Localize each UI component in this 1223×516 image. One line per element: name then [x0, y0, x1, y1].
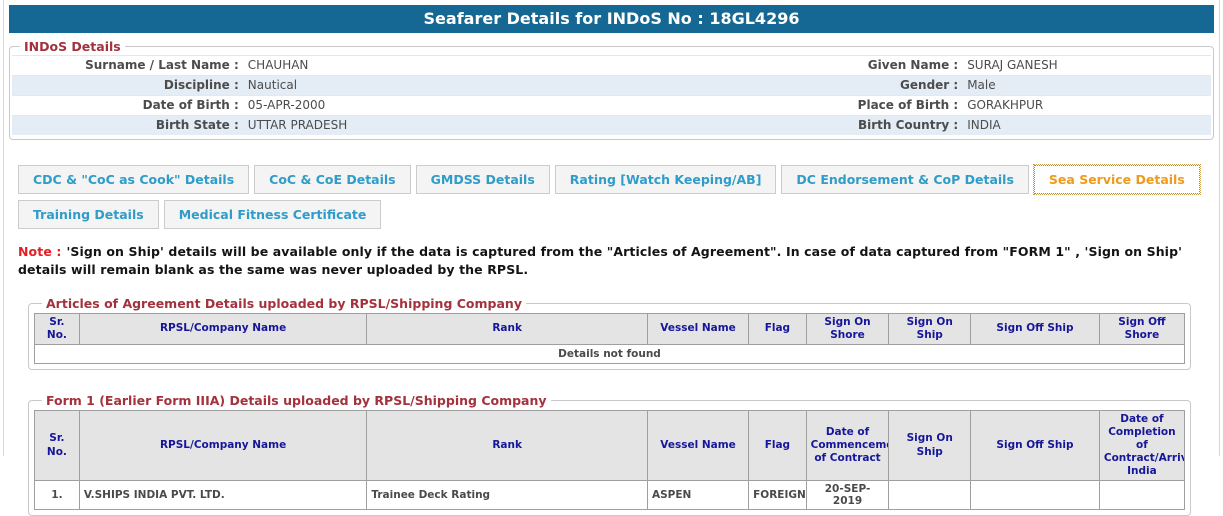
page-title: Seafarer Details for INDoS No : 18GL4296	[9, 5, 1214, 33]
articles-col-flag: Flag	[748, 312, 807, 345]
form1-col-date-completion: Date of Completion of Contract/Arriving …	[1098, 409, 1186, 482]
form1-cell-date-completion	[1098, 480, 1186, 511]
articles-col-sr-no: Sr. No.	[34, 312, 80, 345]
birth-country-label: Birth Country :	[857, 118, 959, 132]
form1-col-sign-off-ship: Sign Off Ship	[970, 409, 1100, 482]
articles-col-sign-off-shore: Sign Off Shore	[1098, 312, 1186, 345]
form1-cell-sr-no: 1.	[34, 480, 80, 511]
tab-cdc-coc-as-cook-details[interactable]: CDC & "CoC as Cook" Details	[18, 165, 250, 194]
articles-col-company: RPSL/Company Name	[78, 312, 368, 345]
date-of-birth-value: 05-APR-2000	[247, 98, 326, 112]
form1-col-vessel: Vessel Name	[646, 409, 750, 482]
articles-header-row: Sr. No. RPSL/Company Name Rank Vessel Na…	[34, 312, 1186, 345]
articles-of-agreement-table: Sr. No. RPSL/Company Name Rank Vessel Na…	[34, 312, 1186, 364]
place-of-birth-label: Place of Birth :	[857, 98, 959, 112]
tab-bar: CDC & "CoC as Cook" Details CoC & CoE De…	[18, 164, 1209, 229]
form1-data-row: 1. V.SHIPS INDIA PVT. LTD. Trainee Deck …	[34, 480, 1186, 511]
note-label: Note :	[18, 244, 62, 259]
form1-col-sr-no: Sr. No.	[34, 409, 80, 482]
indos-row-birth-date: Date of Birth : 05-APR-2000 Place of Bir…	[12, 95, 1211, 115]
surname-value: CHAUHAN	[247, 58, 309, 72]
place-of-birth-value: GORAKHPUR	[967, 98, 1044, 112]
form1-col-company: RPSL/Company Name	[78, 409, 368, 482]
form1-cell-company: V.SHIPS INDIA PVT. LTD.	[78, 480, 368, 511]
articles-of-agreement-section: Articles of Agreement Details uploaded b…	[28, 295, 1191, 370]
tab-sea-service-details[interactable]: Sea Service Details	[1032, 164, 1201, 195]
articles-of-agreement-legend: Articles of Agreement Details uploaded b…	[46, 295, 522, 311]
birth-state-label: Birth State :	[155, 118, 239, 132]
birth-country-value: INDIA	[967, 118, 1001, 132]
articles-empty-row: Details not found	[34, 343, 1185, 364]
articles-col-sign-on-ship: Sign On Ship	[888, 312, 972, 345]
details-not-found-message: Details not found	[34, 343, 1185, 364]
tab-training-details[interactable]: Training Details	[18, 200, 159, 229]
form1-col-sign-on-ship: Sign On Ship	[888, 409, 972, 482]
form1-cell-sign-off-ship	[970, 480, 1100, 511]
articles-col-sign-on-shore: Sign On Shore	[805, 312, 890, 345]
gender-label: Gender :	[900, 78, 959, 92]
indos-details-legend: INDoS Details	[24, 39, 121, 54]
form1-section: Form 1 (Earlier Form IIIA) Details uploa…	[28, 392, 1191, 516]
form1-legend: Form 1 (Earlier Form IIIA) Details uploa…	[46, 392, 547, 408]
articles-col-sign-off-ship: Sign Off Ship	[970, 312, 1100, 345]
articles-col-rank: Rank	[366, 312, 648, 345]
discipline-label: Discipline :	[163, 78, 239, 92]
discipline-value: Nautical	[247, 78, 298, 92]
tab-dc-endorsement-cop-details[interactable]: DC Endorsement & CoP Details	[781, 165, 1029, 194]
form1-cell-vessel: ASPEN	[646, 480, 750, 511]
form1-cell-sign-on-ship	[888, 480, 972, 511]
form1-cell-rank: Trainee Deck Rating	[366, 480, 648, 511]
note-body: 'Sign on Ship' details will be available…	[18, 244, 1183, 277]
form1-cell-flag: FOREIGN	[748, 480, 807, 511]
tab-medical-fitness-certificate[interactable]: Medical Fitness Certificate	[163, 200, 382, 229]
form1-col-flag: Flag	[748, 409, 807, 482]
tab-rating-watch-keeping-ab[interactable]: Rating [Watch Keeping/AB]	[554, 165, 777, 194]
form1-col-rank: Rank	[366, 409, 648, 482]
given-name-value: SURAJ GANESH	[967, 58, 1058, 72]
indos-row-discipline: Discipline : Nautical Gender : Male	[12, 75, 1211, 95]
birth-state-value: UTTAR PRADESH	[247, 118, 348, 132]
tab-gmdss-details[interactable]: GMDSS Details	[415, 165, 550, 194]
gender-value: Male	[967, 78, 996, 92]
surname-label: Surname / Last Name :	[85, 58, 239, 72]
articles-col-vessel: Vessel Name	[646, 312, 750, 345]
seafarer-details-page: Seafarer Details for INDoS No : 18GL4296…	[3, 0, 1220, 516]
form1-table: Sr. No. RPSL/Company Name Rank Vessel Na…	[34, 409, 1186, 511]
indos-details-section: INDoS Details Surname / Last Name : CHAU…	[9, 39, 1214, 140]
form1-header-row: Sr. No. RPSL/Company Name Rank Vessel Na…	[34, 409, 1186, 482]
tab-coc-coe-details[interactable]: CoC & CoE Details	[254, 165, 411, 194]
indos-row-birth-place: Birth State : UTTAR PRADESH Birth Countr…	[12, 115, 1211, 135]
date-of-birth-label: Date of Birth :	[142, 98, 239, 112]
form1-cell-date-commencement: 20-SEP-2019	[805, 480, 890, 511]
form1-col-date-commencement: Date of Commencement of Contract	[805, 409, 890, 482]
note-text: Note : 'Sign on Ship' details will be ava…	[18, 243, 1193, 279]
given-name-label: Given Name :	[867, 58, 959, 72]
indos-row-name: Surname / Last Name : CHAUHAN Given Name…	[12, 55, 1211, 75]
